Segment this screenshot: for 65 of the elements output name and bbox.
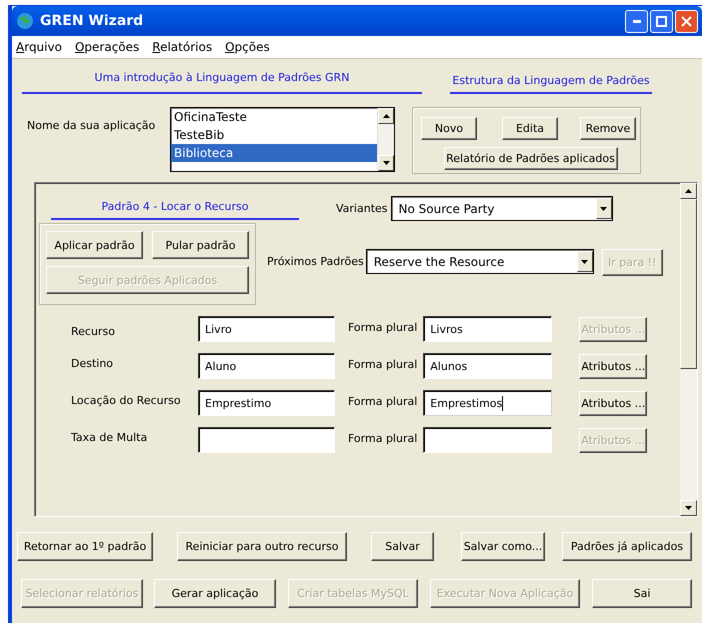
text-caret	[502, 396, 504, 410]
skip-button[interactable]: Pular padrão	[152, 231, 249, 259]
scroll-up-icon[interactable]	[382, 114, 390, 118]
field-label: Taxa de Multa	[71, 430, 148, 444]
list-item[interactable]: OficinaTeste	[171, 108, 377, 126]
plural-label: Forma plural	[348, 320, 418, 334]
remove-button[interactable]: Remove	[580, 117, 636, 140]
caret-icon	[581, 260, 588, 264]
plural-label: Forma plural	[348, 358, 418, 370]
menu-item[interactable]: Opções	[225, 40, 270, 54]
next-dropdown[interactable]: Reserve the Resource	[366, 249, 594, 274]
new-button[interactable]: Novo	[421, 117, 477, 140]
menu-item[interactable]: Arquivo	[16, 40, 62, 54]
scroll-down-icon[interactable]	[382, 161, 390, 165]
value-field[interactable]: Livro	[198, 316, 335, 342]
globe-icon	[16, 12, 34, 30]
save-button[interactable]: Salvar	[371, 532, 434, 561]
plural-label: Forma plural	[348, 394, 418, 408]
value-field[interactable]: Emprestimo	[198, 390, 335, 416]
field-label: Recurso	[71, 324, 116, 338]
application-label: Nome da sua aplicação	[27, 119, 156, 134]
generate-button[interactable]: Gerar aplicação	[154, 579, 276, 608]
variants-dropdown[interactable]: No Source Party	[390, 196, 613, 221]
close-icon	[681, 16, 692, 26]
application-list[interactable]: OficinaTeste TesteBib Biblioteca	[170, 107, 395, 172]
plural-label: Forma plural	[348, 432, 418, 444]
maximize-icon	[656, 16, 667, 26]
field-label: Destino	[71, 356, 114, 370]
value-field[interactable]: Aluno	[198, 353, 335, 379]
restart-button[interactable]: Reiniciar para outro recurso	[177, 532, 347, 561]
scroll-up-icon[interactable]	[685, 189, 692, 193]
dropdown-button[interactable]	[576, 251, 593, 272]
plural-field[interactable]: Alunos	[423, 353, 552, 379]
applied-patterns-button[interactable]: Padrões já aplicados	[562, 532, 692, 561]
edit-button[interactable]: Edita	[502, 117, 558, 140]
field-label: Locação do Recurso	[71, 394, 182, 406]
value-field[interactable]	[198, 427, 335, 453]
scrollbar[interactable]	[680, 183, 697, 516]
window-title: GREN Wizard	[40, 13, 144, 29]
attributes-button[interactable]: Atributos ...	[579, 354, 648, 378]
structure-link[interactable]: Estrutura da Linguagem de Padrões	[450, 74, 652, 94]
variants-label: Variantes	[336, 202, 388, 215]
menu-item[interactable]: Relatórios	[152, 40, 212, 54]
list-item[interactable]: TesteBib	[171, 126, 377, 144]
next-label: Próximos Padrões	[267, 255, 364, 268]
intro-link[interactable]: Uma introdução à Linguagem de Padrões GRN	[22, 71, 422, 94]
pattern-title: Padrão 4 - Locar o Recurso	[51, 200, 299, 220]
list-item[interactable]: Biblioteca	[171, 144, 377, 162]
attributes-button[interactable]: Atributos ...	[579, 390, 648, 416]
minimize-icon	[632, 20, 640, 22]
dropdown-button[interactable]	[596, 198, 612, 219]
exit-button[interactable]: Sai	[592, 579, 692, 608]
plural-field[interactable]	[423, 427, 552, 453]
apply-button[interactable]: Aplicar padrão	[46, 231, 143, 259]
plural-field[interactable]: Livros	[423, 316, 552, 342]
maximize-button[interactable]	[650, 10, 673, 32]
caret-icon	[600, 206, 608, 210]
save-as-button[interactable]: Salvar como...	[461, 532, 545, 561]
menu-item[interactable]: Operações	[74, 40, 140, 54]
minimize-button[interactable]	[625, 10, 648, 32]
plural-field[interactable]: Emprestimos	[423, 390, 552, 416]
close-button[interactable]	[675, 10, 698, 32]
return-button[interactable]: Retornar ao 1º padrão	[17, 532, 153, 561]
report-button[interactable]: Relatório de Padrões aplicados	[444, 147, 618, 170]
scroll-down-icon[interactable]	[685, 506, 692, 510]
